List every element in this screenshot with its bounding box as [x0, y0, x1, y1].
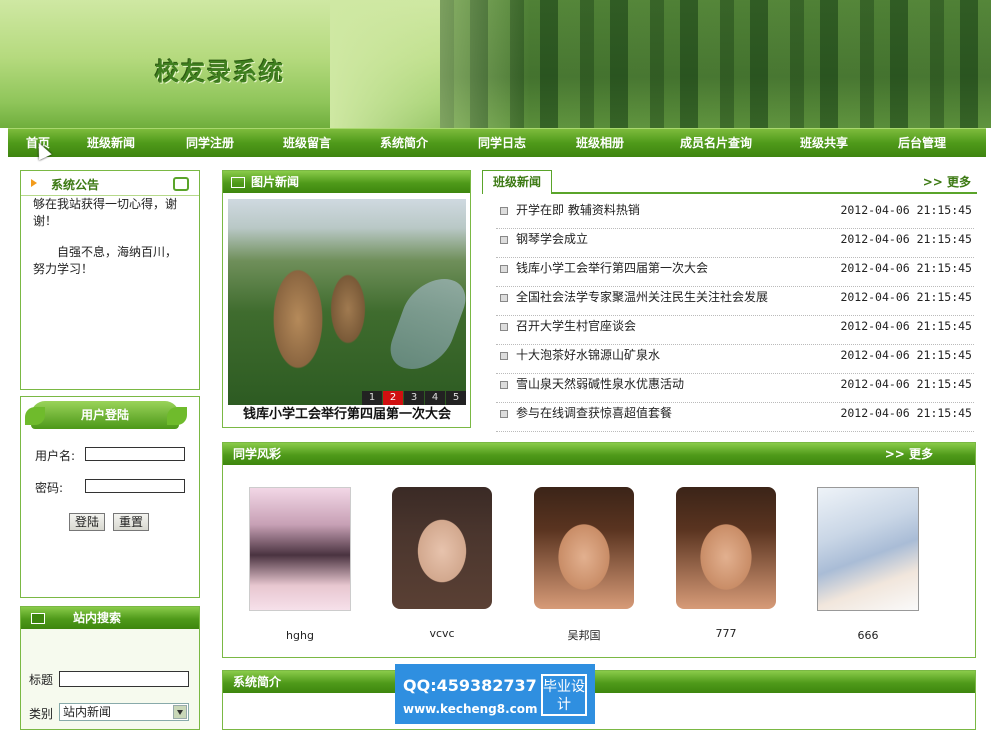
system-notice-panel: 系统公告 够在我站获得一切心得，谢谢！ 自强不息，海纳百川，努力学习！	[20, 170, 200, 390]
search-category-label: 类别	[29, 707, 54, 721]
classmate-photo	[817, 487, 919, 611]
pager-4[interactable]: 4	[425, 391, 445, 405]
classmate-name: 吴邦国	[567, 629, 601, 642]
list-item[interactable]: 雪山泉天然弱碱性泉水优惠活动 2012-04-06 21:15:45	[496, 374, 974, 403]
nav-album[interactable]: 班级相册	[544, 129, 656, 157]
classmate-name: vcvc	[429, 627, 455, 640]
search-category-select[interactable]: 站内新闻	[59, 703, 189, 721]
bullet-icon	[500, 236, 508, 244]
username-input[interactable]	[85, 447, 185, 461]
nav-register[interactable]: 同学注册	[154, 129, 266, 157]
classmate-card[interactable]: 777	[671, 487, 781, 640]
watermark-ad: QQ:459382737 www.kecheng8.com 毕业设计	[395, 664, 595, 724]
list-item[interactable]: 钢琴学会成立 2012-04-06 21:15:45	[496, 229, 974, 258]
news-photo[interactable]: 1 2 3 4 5	[228, 199, 466, 405]
class-news-more-link[interactable]: >> 更多	[923, 173, 971, 190]
classmate-card[interactable]: hghg	[245, 487, 355, 642]
site-title: 校友录系统	[155, 57, 285, 86]
notice-line: 够在我站获得一切心得，谢谢！	[33, 197, 178, 228]
search-title-label: 标题	[29, 673, 54, 687]
nav-share[interactable]: 班级共享	[776, 129, 872, 157]
bullet-icon	[500, 323, 508, 331]
classmate-card[interactable]: vcvc	[387, 487, 497, 640]
nav-admin[interactable]: 后台管理	[872, 129, 972, 157]
watermark-badge: 毕业设计	[541, 674, 587, 716]
bullet-icon	[500, 294, 508, 302]
refresh-icon	[173, 177, 189, 191]
nav-guestbook[interactable]: 班级留言	[266, 129, 348, 157]
classmates-panel: 同学风彩 >> 更多 hghg vcvc 吴邦国 777 666	[222, 442, 976, 658]
classmate-photo	[534, 487, 634, 609]
main-nav: 首页 班级新闻 同学注册 班级留言 系统简介 同学日志 班级相册 成员名片查询 …	[8, 128, 986, 157]
header-banner: 校友录系统	[0, 0, 991, 128]
watermark-url: www.kecheng8.com	[403, 702, 538, 716]
search-panel-icon	[31, 613, 45, 624]
password-label: 密码:	[35, 481, 64, 495]
classmate-card[interactable]: 666	[813, 487, 923, 642]
picture-news-title: 图片新闻	[251, 175, 300, 189]
login-button[interactable]: 登陆	[69, 513, 105, 531]
list-item[interactable]: 开学在即 教辅资料热销 2012-04-06 21:15:45	[496, 200, 974, 229]
chevron-down-icon	[173, 705, 187, 719]
nav-diary[interactable]: 同学日志	[460, 129, 544, 157]
login-title: 用户登陆	[31, 401, 179, 429]
reset-button[interactable]: 重置	[113, 513, 149, 531]
pager-2[interactable]: 2	[383, 391, 403, 405]
list-item[interactable]: 全国社会法学专家聚温州关注民生关注社会发展 2012-04-06 21:15:45	[496, 287, 974, 316]
notice-line: 自强不息，海纳百川，努力学习！	[33, 245, 178, 276]
picture-icon	[231, 177, 245, 188]
arrow-icon	[31, 179, 37, 187]
bullet-icon	[500, 410, 508, 418]
bullet-icon	[500, 207, 508, 215]
classmate-name: 666	[857, 629, 879, 642]
username-label: 用户名:	[35, 449, 76, 463]
photo-pager: 1 2 3 4 5	[361, 391, 466, 405]
list-item[interactable]: 参与在线调查获惊喜超值套餐 2012-04-06 21:15:45	[496, 403, 974, 432]
notice-title: 系统公告	[51, 178, 100, 192]
search-title: 站内搜索	[73, 611, 122, 625]
system-intro-panel: 系统简介	[222, 670, 976, 730]
bullet-icon	[500, 352, 508, 360]
pager-3[interactable]: 3	[404, 391, 424, 405]
list-item[interactable]: 召开大学生村官座谈会 2012-04-06 21:15:45	[496, 316, 974, 345]
list-item[interactable]: 钱库小学工会举行第四届第一次大会 2012-04-06 21:15:45	[496, 258, 974, 287]
tab-class-news[interactable]: 班级新闻	[482, 170, 552, 194]
flower-icon	[167, 407, 187, 425]
classmate-photo	[249, 487, 351, 611]
intro-title: 系统简介	[233, 675, 282, 689]
nav-class-news[interactable]: 班级新闻	[68, 129, 154, 157]
search-category-value: 站内新闻	[63, 705, 112, 719]
password-input[interactable]	[85, 479, 185, 493]
list-item[interactable]: 十大泡茶好水锦源山矿泉水 2012-04-06 21:15:45	[496, 345, 974, 374]
classmate-photo	[676, 487, 776, 609]
classmate-name: 777	[715, 627, 737, 640]
watermark-qq: QQ:459382737	[403, 676, 537, 695]
nav-card-search[interactable]: 成员名片查询	[656, 129, 776, 157]
classmate-name: hghg	[286, 629, 314, 642]
photo-caption[interactable]: 钱库小学工会举行第四届第一次大会	[228, 405, 466, 425]
picture-news-panel: 图片新闻 1 2 3 4 5 钱库小学工会举行第四届第一次大会	[222, 170, 471, 428]
bullet-icon	[500, 265, 508, 273]
user-login-panel: 用户登陆 用户名: 密码: 登陆 重置	[20, 396, 200, 598]
classmates-title: 同学风彩	[233, 447, 282, 461]
class-news-list: 开学在即 教辅资料热销 2012-04-06 21:15:45 钢琴学会成立 201…	[496, 200, 974, 432]
notice-body: 够在我站获得一切心得，谢谢！ 自强不息，海纳百川，努力学习！	[21, 196, 199, 282]
search-keyword-input[interactable]	[59, 671, 189, 687]
bullet-icon	[500, 381, 508, 389]
pager-5[interactable]: 5	[446, 391, 466, 405]
pager-1[interactable]: 1	[362, 391, 382, 405]
classmate-card[interactable]: 吴邦国	[529, 487, 639, 643]
site-search-panel: 站内搜索 标题 类别 站内新闻	[20, 606, 200, 730]
class-news-panel: 班级新闻 >> 更多 开学在即 教辅资料热销 2012-04-06 21:15:4…	[482, 170, 977, 432]
classmate-photo	[392, 487, 492, 609]
classmates-more-link[interactable]: >> 更多	[885, 443, 933, 465]
nav-system-intro[interactable]: 系统简介	[348, 129, 460, 157]
